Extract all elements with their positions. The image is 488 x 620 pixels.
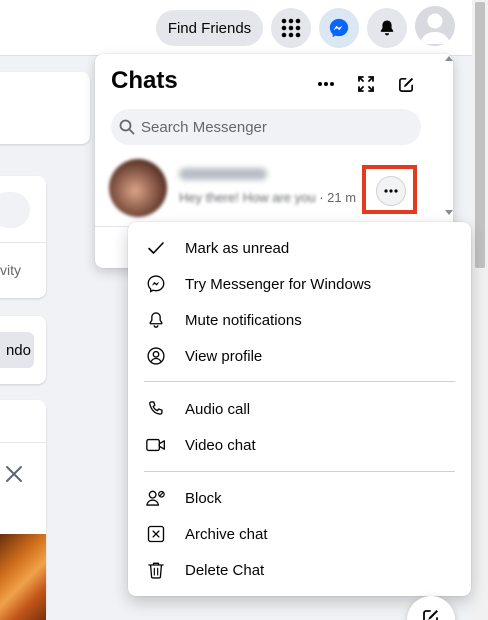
find-friends-button[interactable]: Find Friends xyxy=(156,10,263,46)
divider xyxy=(0,442,46,443)
expand-icon xyxy=(358,76,374,92)
new-message-icon xyxy=(423,610,438,620)
messenger-button[interactable] xyxy=(319,8,359,48)
notifications-button[interactable] xyxy=(367,8,407,48)
search-box[interactable] xyxy=(111,109,421,145)
menu-item-label: Mark as unread xyxy=(185,239,290,257)
menu-item-label: Delete Chat xyxy=(185,561,265,579)
grid-menu-icon xyxy=(281,18,301,38)
conversation-options-button[interactable] xyxy=(376,176,406,206)
block-user-icon xyxy=(144,486,168,510)
menu-separator xyxy=(144,381,455,382)
menu-separator xyxy=(144,471,455,472)
more-options-icon xyxy=(384,189,398,193)
chats-options-button[interactable] xyxy=(312,70,340,98)
new-message-icon xyxy=(398,77,413,92)
expand-chats-button[interactable] xyxy=(352,70,380,98)
post-photo[interactable] xyxy=(0,534,46,620)
scrollbar-thumb[interactable] xyxy=(475,2,485,268)
bell-icon xyxy=(144,308,168,332)
menu-item-mute-notifications[interactable]: Mute notifications xyxy=(136,302,463,338)
background-text: vity xyxy=(0,262,21,278)
more-options-icon xyxy=(318,82,334,86)
conversation-message: Hey there! How are you xyxy=(179,190,316,205)
chats-title: Chats xyxy=(111,67,178,94)
menu-item-audio-call[interactable]: Audio call xyxy=(136,391,463,427)
conversation-context-menu: Mark as unread Try Messenger for Windows… xyxy=(128,222,471,596)
top-navigation-bar: Find Friends xyxy=(0,0,472,56)
checkmark-icon xyxy=(144,236,168,260)
new-message-fab[interactable] xyxy=(407,596,455,620)
search-messenger-input[interactable] xyxy=(141,118,411,136)
menu-item-view-profile[interactable]: View profile xyxy=(136,338,463,374)
panel-scroll-up-arrow[interactable] xyxy=(445,56,453,61)
bell-icon xyxy=(380,20,394,36)
page-scrollbar[interactable] xyxy=(472,0,488,620)
menu-item-try-messenger-for-windows[interactable]: Try Messenger for Windows xyxy=(136,266,463,302)
menu-item-video-chat[interactable]: Video chat xyxy=(136,427,463,463)
messenger-icon xyxy=(329,18,349,38)
menu-item-label: Try Messenger for Windows xyxy=(185,275,372,293)
menu-item-archive-chat[interactable]: Archive chat xyxy=(136,516,463,552)
background-input xyxy=(0,192,30,228)
menu-item-label: Audio call xyxy=(185,400,251,418)
video-camera-icon xyxy=(144,433,168,457)
menu-item-label: Block xyxy=(185,489,222,507)
background-card xyxy=(0,176,46,298)
annotation-highlight-box xyxy=(362,165,417,214)
menu-item-label: Archive chat xyxy=(185,525,268,543)
phone-icon xyxy=(144,397,168,421)
conversation-time: · 21 m xyxy=(315,190,357,205)
menu-item-block[interactable]: Block xyxy=(136,480,463,516)
search-icon xyxy=(119,119,135,135)
messenger-icon xyxy=(144,272,168,296)
user-circle-icon xyxy=(144,344,168,368)
archive-icon xyxy=(144,522,168,546)
menu-button[interactable] xyxy=(271,8,311,48)
menu-item-label: View profile xyxy=(185,347,263,365)
menu-item-delete-chat[interactable]: Delete Chat xyxy=(136,552,463,588)
menu-item-mark-as-unread[interactable]: Mark as unread xyxy=(136,230,463,266)
divider xyxy=(0,242,46,243)
background-card xyxy=(0,72,90,144)
panel-scroll-down-arrow[interactable] xyxy=(445,210,453,215)
menu-item-label: Video chat xyxy=(185,436,256,454)
background-button[interactable]: ndo xyxy=(0,332,34,368)
conversation-item[interactable]: Hey there! How are you · 21 m xyxy=(103,154,445,226)
conversation-name-blurred xyxy=(179,168,267,180)
profile-avatar-icon xyxy=(415,6,455,46)
menu-item-label: Mute notifications xyxy=(185,311,302,329)
close-icon[interactable] xyxy=(5,465,23,483)
conversation-avatar xyxy=(109,159,167,217)
trash-icon xyxy=(144,558,168,582)
conversation-snippet: Hey there! How are you · 21 m xyxy=(179,190,356,205)
account-avatar[interactable] xyxy=(415,6,455,46)
new-message-button[interactable] xyxy=(392,70,420,98)
